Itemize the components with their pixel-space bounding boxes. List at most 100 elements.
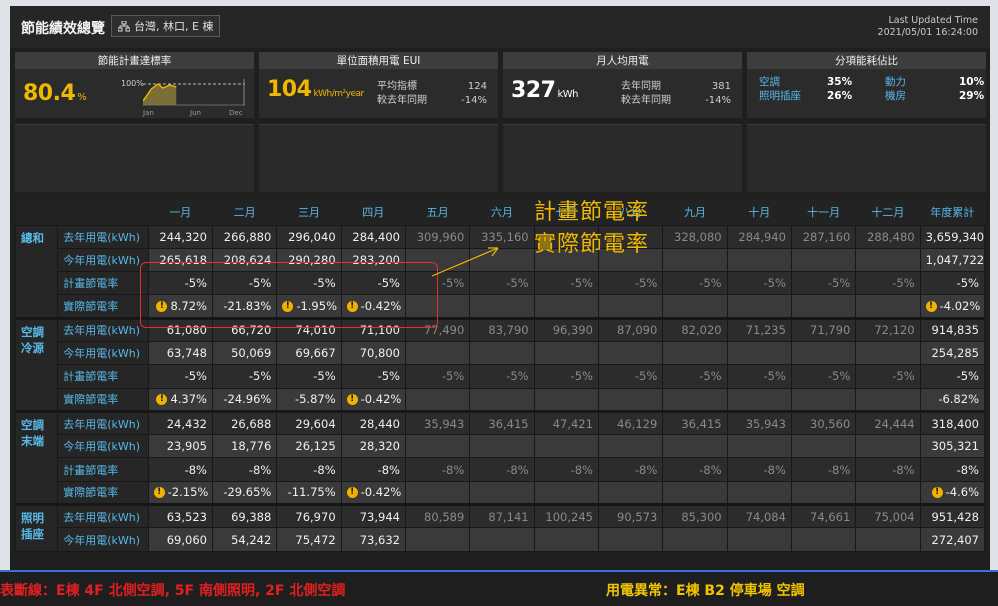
location-selector[interactable]: 台灣, 林口, E 棟 (111, 15, 221, 37)
cell-value: 254,285 (931, 346, 979, 361)
cell-value: 73,944 (359, 509, 400, 524)
table-cell (597, 387, 664, 412)
row-label: 今年用電(kWh) (57, 247, 149, 273)
table-cell: 47,421 (533, 409, 599, 436)
kpi-eui-value: 104 kWh/m²year (267, 77, 364, 102)
cell-value: -4.02% (939, 299, 981, 314)
table-cell: -5% (533, 271, 599, 296)
table-cell: -5% (919, 271, 986, 296)
kpi-eui-title: 單位面積用電 EUI (259, 53, 498, 69)
table-cell: 90,573 (597, 503, 664, 529)
table-cell: 23,905 (147, 434, 213, 459)
cell-value: 69,060 (166, 532, 207, 547)
group-label: 照明插座 (14, 503, 59, 552)
table-cell (855, 434, 921, 459)
cell-value: 71,790 (810, 323, 851, 338)
table-cell: ! -4.6% (919, 480, 986, 506)
table-cell (855, 480, 921, 506)
table-cell: 284,400 (340, 224, 406, 249)
table-cell: -8% (340, 457, 406, 482)
table-cell: 72,120 (855, 316, 921, 342)
cell-value: -5% (827, 369, 851, 384)
cell-value: 72,120 (874, 323, 915, 338)
cell-value: -8% (763, 462, 786, 477)
table-cell (533, 294, 599, 319)
table-cell: -8% (662, 457, 728, 482)
cell-value: -5% (892, 369, 915, 384)
table-cell (726, 480, 792, 506)
cell-value: -8% (892, 462, 915, 477)
cell-value: -8% (699, 462, 722, 477)
table-cell: 914,835 (919, 316, 986, 342)
table-cell: 100,245 (533, 503, 599, 529)
cell-value: 30,560 (810, 416, 851, 431)
column-header: 六月 (469, 199, 535, 225)
table-cell (855, 387, 921, 412)
column-header: 十月 (727, 199, 792, 225)
table-cell (726, 340, 792, 366)
table-cell (469, 387, 535, 412)
table-cell: -5% (662, 364, 728, 389)
table-cell: -5% (211, 364, 278, 389)
cell-value: -5% (441, 369, 465, 384)
table-cell: -8% (147, 457, 213, 482)
cell-value: 29,604 (295, 416, 336, 431)
table-cell (855, 247, 921, 273)
table-header: 一月 二月 三月 四月 五月 六月 七月 八月 九月 十月 十一月 十二月 年度累計 (15, 199, 985, 225)
cell-value: -0.42% (360, 485, 402, 500)
cell-value: 35,943 (745, 416, 786, 431)
cell-value: -5% (956, 369, 979, 384)
table-cell (533, 340, 599, 366)
table-cell: -11.75% (276, 480, 342, 506)
kpi-percap-title: 月人均用電 (503, 53, 742, 69)
table-cell: 73,632 (340, 527, 406, 552)
kpi-percap-value-1: 381 (711, 81, 731, 92)
table-cell (662, 340, 728, 366)
split-key: 機房 (885, 90, 906, 102)
cell-value: 26,125 (295, 439, 336, 454)
row-label: 計畫節電率 (57, 271, 149, 296)
warning-icon: ! (931, 487, 943, 499)
row-label: 計畫節電率 (57, 364, 149, 389)
table-cell: 46,129 (597, 409, 664, 436)
table-cell: 73,944 (340, 503, 406, 529)
table-cell: 69,388 (211, 503, 278, 529)
kpi-card-rate: 節能計畫達標率 80.4% 100% Jan Jun Dec (15, 52, 254, 118)
table-cell (597, 434, 664, 459)
table-row: 計畫節電率 -5% -5% -5% -5% -5% -5% -5% -5% -5% -5% -5% -5… (16, 364, 986, 389)
kpi-rate-100-label: 100% (121, 79, 144, 88)
row-label: 實際節電率 (57, 387, 149, 412)
kpi-eui-value-2: -14% (461, 95, 487, 106)
table-cell: 284,940 (726, 224, 792, 249)
cell-value: 318,400 (931, 416, 979, 431)
annotation-arrow (431, 247, 499, 277)
table-cell: -5% (855, 271, 921, 296)
annotation-label-planned: 計畫節電率 (534, 200, 650, 225)
cell-value: -5% (184, 369, 207, 384)
table-cell: 83,790 (469, 316, 535, 342)
table-cell: -6.82% (919, 387, 986, 412)
cell-value: -8% (570, 462, 593, 477)
cell-value: 36,415 (488, 416, 529, 431)
table-cell: 35,943 (726, 409, 792, 436)
updated-time: 2021/05/01 16:24:00 (877, 27, 978, 38)
header-spacer (15, 199, 58, 225)
column-header: 一月 (148, 199, 213, 225)
table-cell: 87,090 (597, 316, 664, 342)
row-label: 今年用電(kWh) (57, 434, 149, 459)
table-cell: 18,776 (211, 434, 278, 459)
cell-value: 100,245 (545, 509, 593, 524)
empty-panel (259, 124, 498, 192)
cell-value: -5% (313, 369, 336, 384)
column-header: 年度累計 (920, 199, 985, 225)
cell-value: -8% (956, 462, 979, 477)
table-cell (533, 387, 599, 412)
group-label: 空調末端 (14, 409, 59, 506)
table-cell: 82,020 (662, 316, 728, 342)
table-cell (726, 247, 792, 273)
table-cell (662, 247, 728, 273)
table-cell: 24,444 (855, 409, 921, 436)
table-cell: 70,800 (340, 340, 406, 366)
cell-value: 83,790 (488, 323, 529, 338)
table-cell (726, 434, 792, 459)
